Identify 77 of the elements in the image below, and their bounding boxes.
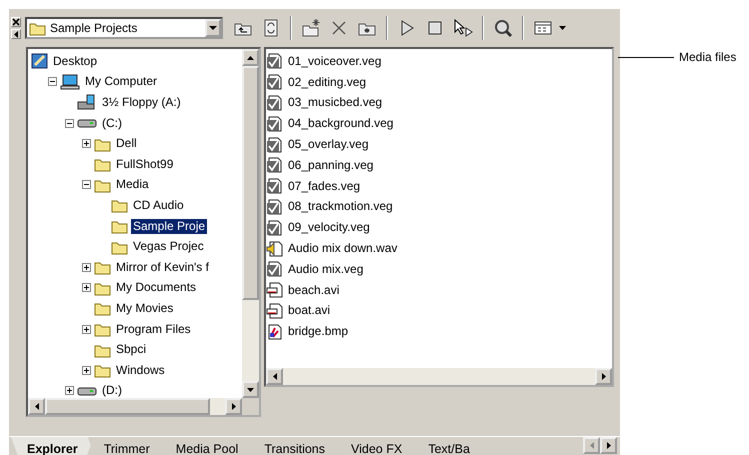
close-icon xyxy=(12,18,20,26)
file-item[interactable]: 04_background.veg xyxy=(286,116,396,132)
file-item[interactable]: 02_editing.veg xyxy=(286,74,368,90)
location-dropdown[interactable]: Sample Projects xyxy=(25,17,223,39)
plus-icon xyxy=(84,326,89,332)
right-arrow-icon xyxy=(602,373,606,380)
expand-toggle[interactable] xyxy=(82,139,91,148)
tree-item[interactable]: My Movies xyxy=(114,300,176,316)
tree-item[interactable]: (D:) xyxy=(100,383,124,398)
cursor-play-icon[interactable] xyxy=(453,18,473,38)
file-item[interactable]: boat.avi xyxy=(286,303,332,318)
collapse-toggle[interactable] xyxy=(82,180,91,190)
plus-icon xyxy=(84,264,89,270)
expand-toggle[interactable] xyxy=(82,366,91,375)
tree-item[interactable]: Sample Proje xyxy=(131,218,208,234)
left-arrow-icon xyxy=(272,373,276,380)
tree-item[interactable]: Program Files xyxy=(114,322,193,337)
close-button[interactable] xyxy=(11,17,21,27)
down-arrow-icon xyxy=(247,388,254,392)
caret-icon[interactable] xyxy=(559,26,566,30)
tree-item[interactable]: Vegas Projec xyxy=(131,239,206,254)
computer-icon xyxy=(60,74,80,90)
file-item[interactable]: 05_overlay.veg xyxy=(286,137,370,152)
collapse-toggle[interactable] xyxy=(48,77,57,86)
new-folder-icon[interactable] xyxy=(301,18,321,38)
expand-toggle[interactable] xyxy=(82,262,91,272)
horizontal-scrollbar[interactable] xyxy=(28,398,259,415)
plus-icon xyxy=(84,141,89,146)
left-arrow-icon xyxy=(34,403,38,410)
tree-item[interactable]: CD Audio xyxy=(131,198,186,213)
minus-icon xyxy=(84,182,89,188)
tree-item[interactable]: My Computer xyxy=(83,74,160,90)
file-item[interactable]: Audio mix down.wav xyxy=(286,241,400,256)
plus-icon xyxy=(84,368,89,373)
desktop-icon xyxy=(31,53,48,70)
leader-line xyxy=(618,56,674,58)
file-item[interactable]: bridge.bmp xyxy=(286,324,350,340)
expand-toggle[interactable] xyxy=(65,386,74,396)
tree-item[interactable]: (C:) xyxy=(100,116,124,131)
expand-toggle[interactable] xyxy=(82,283,91,292)
right-arrow-icon xyxy=(232,403,236,410)
left-arrow-icon xyxy=(590,442,594,449)
scrollbar-corner xyxy=(242,398,259,415)
file-item[interactable]: 09_velocity.veg xyxy=(286,220,372,236)
file-item[interactable]: beach.avi xyxy=(286,282,342,298)
file-item[interactable]: 06_panning.veg xyxy=(286,158,376,173)
tree-item[interactable]: 3½ Floppy (A:) xyxy=(100,94,183,110)
vertical-scrollbar[interactable] xyxy=(242,49,259,398)
down-arrow-icon xyxy=(209,26,217,30)
tree-item[interactable]: Dell xyxy=(114,136,139,152)
plus-icon xyxy=(84,285,89,290)
tree-item[interactable]: My Documents xyxy=(114,280,198,296)
minus-icon xyxy=(50,79,55,84)
tree-item[interactable]: Media xyxy=(114,177,151,192)
tree-item[interactable]: Desktop xyxy=(51,54,100,69)
minus-icon xyxy=(67,120,72,126)
tree-item[interactable]: FullShot99 xyxy=(114,156,176,172)
tree-item[interactable]: Sbpci xyxy=(114,342,148,358)
tree-item[interactable]: Windows xyxy=(114,362,167,378)
horizontal-scrollbar[interactable] xyxy=(266,368,612,385)
file-item[interactable]: 08_trackmotion.veg xyxy=(286,199,395,214)
left-arrow-icon xyxy=(14,30,18,38)
tab-scroll-right-button[interactable] xyxy=(600,437,617,454)
file-item[interactable]: Audio mix.veg xyxy=(286,262,366,277)
expand-toggle[interactable] xyxy=(82,324,91,334)
collapse-button[interactable] xyxy=(11,29,21,39)
file-item[interactable]: 03_musicbed.veg xyxy=(286,95,384,110)
plus-icon xyxy=(67,388,72,394)
search-icon[interactable] xyxy=(493,18,513,38)
up-arrow-icon xyxy=(247,56,254,60)
collapse-toggle[interactable] xyxy=(65,118,74,128)
file-item[interactable]: 07_fades.veg xyxy=(286,178,362,194)
file-item[interactable]: 01_voiceover.veg xyxy=(286,54,384,69)
tree-item[interactable]: Mirror of Kevin's f xyxy=(114,260,211,275)
right-arrow-icon xyxy=(606,442,610,449)
callout-label: Media files xyxy=(679,49,736,66)
floppy-drive-icon xyxy=(77,94,97,110)
